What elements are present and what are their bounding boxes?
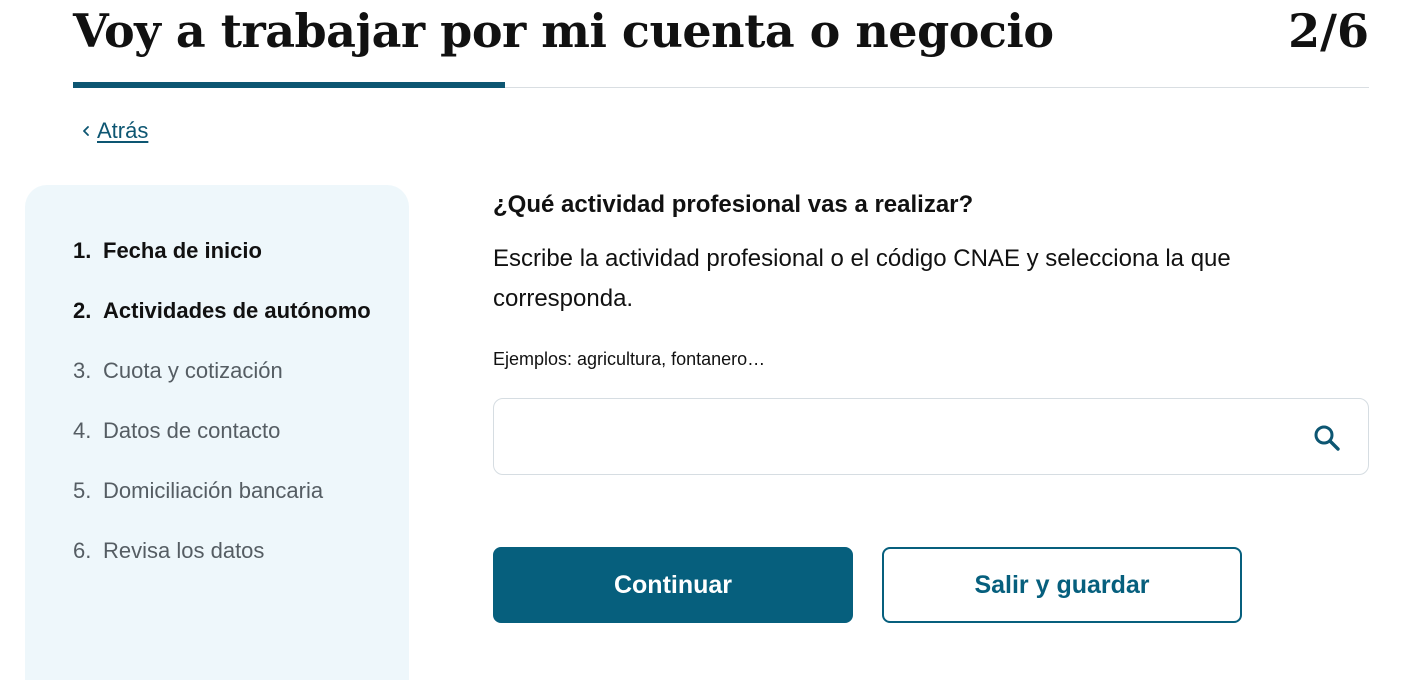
search-icon[interactable] — [1312, 423, 1342, 453]
save-and-exit-button[interactable]: Salir y guardar — [882, 547, 1242, 623]
continue-button[interactable]: Continuar — [493, 547, 853, 623]
step-item-cuota-y-cotizacion: 3. Cuota y cotización — [73, 353, 393, 389]
step-label: Domiciliación bancaria — [103, 478, 324, 503]
progress-bar-fill — [73, 82, 505, 88]
step-number: 3. — [73, 358, 92, 383]
instructions-text: Escribe la actividad profesional o el có… — [493, 245, 1231, 312]
step-item-actividades-de-autonomo: 2. Actividades de autónomo — [73, 293, 393, 329]
examples-hint: Ejemplos: agricultura, fontanero… — [493, 349, 766, 369]
back-link-label: Atrás — [97, 118, 149, 143]
step-label: Cuota y cotización — [103, 358, 283, 383]
steps-list: 1. Fecha de inicio 2. Actividades de aut… — [73, 233, 393, 593]
progress-bar — [73, 82, 1369, 88]
step-item-domiciliacion-bancaria: 5. Domiciliación bancaria — [73, 473, 393, 509]
step-number: 6. — [73, 538, 92, 563]
step-number: 4. — [73, 418, 92, 443]
step-item-fecha-de-inicio: 1. Fecha de inicio — [73, 233, 393, 269]
step-number: 5. — [73, 478, 92, 503]
steps-sidebar: 1. Fecha de inicio 2. Actividades de aut… — [25, 185, 409, 680]
step-label: Fecha de inicio — [103, 238, 262, 263]
step-item-revisa-los-datos: 6. Revisa los datos — [73, 533, 393, 569]
chevron-left-icon — [83, 126, 89, 136]
step-item-datos-de-contacto: 4. Datos de contacto — [73, 413, 393, 449]
page-title: Voy a trabajar por mi cuenta o negocio — [73, 4, 1054, 58]
step-label: Revisa los datos — [103, 538, 265, 563]
back-link[interactable]: Atrás — [79, 118, 148, 144]
page-header: Voy a trabajar por mi cuenta o negocio 2… — [73, 0, 1369, 64]
page: Voy a trabajar por mi cuenta o negocio 2… — [0, 0, 1405, 680]
step-label: Actividades de autónomo — [103, 298, 371, 323]
question-label: ¿Qué actividad profesional vas a realiza… — [493, 191, 974, 218]
step-number: 2. — [73, 298, 92, 323]
step-number: 1. — [73, 238, 92, 263]
step-counter: 2/6 — [1288, 4, 1369, 58]
activity-search-box — [493, 398, 1369, 475]
activity-search-input[interactable] — [510, 413, 1290, 461]
step-label: Datos de contacto — [103, 418, 281, 443]
activity-form: ¿Qué actividad profesional vas a realiza… — [493, 185, 1369, 623]
